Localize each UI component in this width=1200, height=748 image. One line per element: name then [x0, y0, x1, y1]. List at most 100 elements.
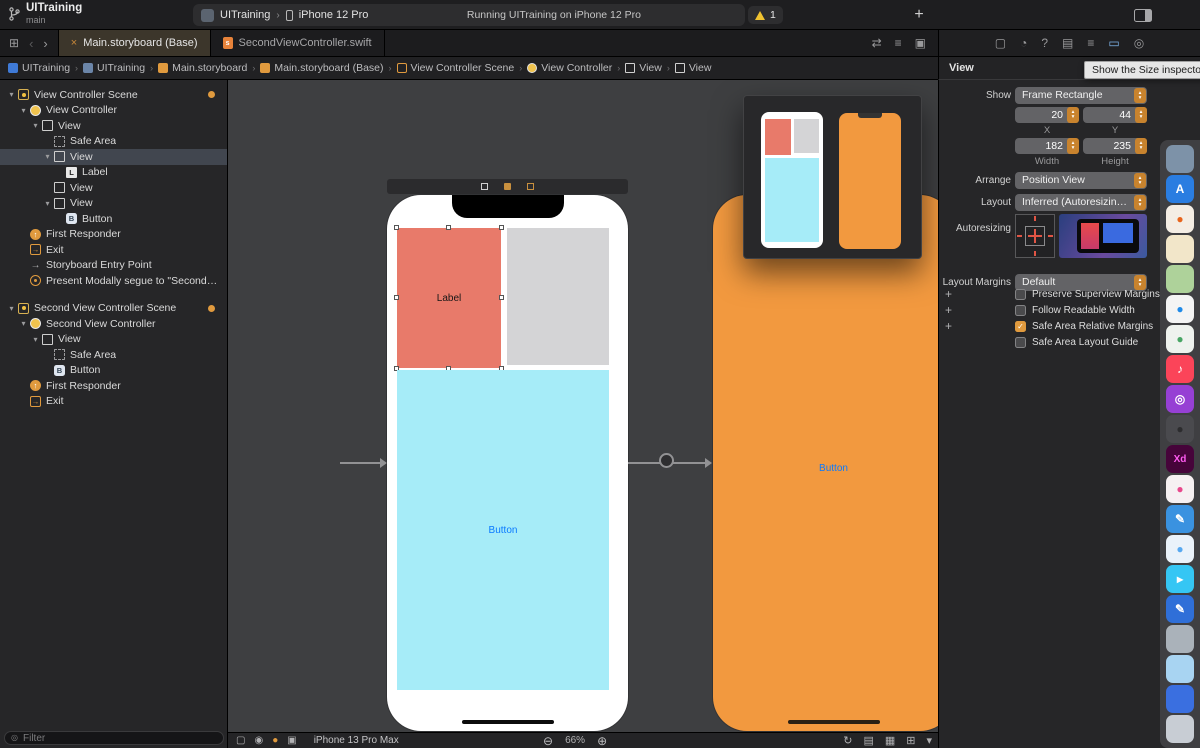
history-inspector-tab[interactable]: ◔	[1020, 36, 1027, 50]
outline-item[interactable]: Safe Area	[0, 134, 227, 150]
zoom-in-button[interactable]: ⊕	[597, 734, 607, 748]
stepper-icon[interactable]: ▴ ▾	[1067, 138, 1079, 154]
outline-item[interactable]: B Button	[0, 211, 227, 227]
safari-icon[interactable]: ●	[1166, 295, 1194, 323]
outline-item[interactable]: ▾ View	[0, 332, 227, 348]
outline-item[interactable]: B Button	[0, 363, 227, 379]
outline-item[interactable]: ▾ View	[0, 149, 227, 165]
stepper-icon[interactable]: ▴ ▾	[1067, 107, 1079, 123]
scene-dot-indicator[interactable]	[208, 91, 215, 99]
navigate-back-icon[interactable]: ‹	[29, 36, 33, 51]
disclosure-chevron-icon[interactable]: ▾	[30, 121, 41, 130]
outline-item[interactable]: → Exit	[0, 394, 227, 410]
scheme-name[interactable]: UITraining	[220, 9, 270, 21]
draw-app-icon[interactable]: ✎	[1166, 595, 1194, 623]
outline-item[interactable]: View	[0, 180, 227, 196]
trash-icon[interactable]	[1166, 715, 1194, 743]
show-dropdown[interactable]: Frame Rectangle ▴ ▾	[1015, 87, 1147, 104]
app-store-icon[interactable]: A	[1166, 175, 1194, 203]
canvas-device-name[interactable]: iPhone 13 Pro Max	[314, 735, 399, 746]
disclosure-chevron-icon[interactable]: ▾	[30, 335, 41, 344]
outline-item[interactable]: ↑ First Responder	[0, 378, 227, 394]
notes-icon[interactable]	[1166, 235, 1194, 263]
storyboard-preview-panel[interactable]	[743, 95, 922, 259]
firefox-icon[interactable]: ●	[1166, 205, 1194, 233]
sky-app-icon[interactable]	[1166, 655, 1194, 683]
selection-handle[interactable]	[499, 295, 504, 300]
button-text[interactable]: Button	[713, 463, 938, 474]
layout-dropdown[interactable]: Inferred (Autoresizing Mas… ▴ ▾	[1015, 194, 1147, 211]
outline-item[interactable]: ▾ Second View Controller Scene	[0, 301, 227, 317]
filter-bar[interactable]: ◎	[4, 731, 224, 745]
breadcrumb-item[interactable]: UITraining	[83, 62, 145, 74]
music-icon[interactable]: ♪	[1166, 355, 1194, 383]
disclosure-chevron-icon[interactable]: ▾	[6, 90, 17, 99]
zoom-level[interactable]: 66%	[565, 735, 585, 746]
scene-dot-indicator[interactable]	[208, 304, 215, 312]
warning-badge[interactable]: 1	[748, 6, 783, 24]
button-text[interactable]: Button	[489, 525, 518, 536]
blue-app-icon[interactable]	[1166, 685, 1194, 713]
width-field[interactable]: 182 ▴ ▾	[1015, 138, 1079, 154]
checkbox-checked-icon[interactable]: ✓	[1015, 320, 1026, 332]
filter-input[interactable]	[22, 732, 217, 744]
checkbox-icon[interactable]	[1015, 304, 1026, 316]
checkbox-icon[interactable]	[1015, 336, 1026, 348]
red-view[interactable]: Label	[394, 225, 504, 371]
disclosure-chevron-icon[interactable]: ▾	[18, 319, 29, 328]
quick-help-inspector-tab[interactable]: ?	[1041, 36, 1048, 50]
breadcrumb-item[interactable]: View	[625, 62, 662, 74]
entry-point-arrow[interactable]	[340, 462, 382, 464]
outline-item[interactable]: L Label	[0, 165, 227, 181]
facetime-icon[interactable]: ▸	[1166, 565, 1194, 593]
breadcrumb-item[interactable]: View	[674, 62, 711, 74]
scene-config-icon-2[interactable]	[504, 183, 511, 190]
autoresizing-control[interactable]	[1015, 214, 1055, 258]
add-editor-icon[interactable]: ▣	[915, 36, 926, 50]
zoom-out-button[interactable]: ⊖	[543, 734, 553, 748]
breadcrumb-item[interactable]: View Controller Scene	[396, 62, 514, 74]
outline-item[interactable]: Present Modally segue to "Second…	[0, 273, 227, 289]
photos-icon[interactable]	[1166, 265, 1194, 293]
library-add-button[interactable]: +	[908, 4, 930, 26]
attributes-inspector-tab[interactable]: ≡	[1087, 36, 1094, 50]
y-field[interactable]: 44 ▴ ▾	[1083, 107, 1147, 123]
height-field[interactable]: 235 ▴ ▾	[1083, 138, 1147, 154]
tab-main-storyboard[interactable]: × Main.storyboard (Base)	[57, 30, 211, 56]
outline-item[interactable]: ▾ View Controller Scene	[0, 87, 227, 103]
cyan-view[interactable]: Button	[397, 370, 609, 690]
outline-item[interactable]: ↑ First Responder	[0, 227, 227, 243]
selection-handle[interactable]	[394, 295, 399, 300]
outline-item[interactable]: → Storyboard Entry Point	[0, 258, 227, 274]
arrange-dropdown[interactable]: Position View ▴ ▾	[1015, 172, 1147, 189]
connections-inspector-tab[interactable]: ◎	[1134, 36, 1144, 50]
appearance-icon[interactable]: ●	[272, 735, 278, 746]
pages-icon[interactable]: ✎	[1166, 505, 1194, 533]
device-bezels-icon[interactable]: ▢	[236, 735, 245, 746]
disclosure-chevron-icon[interactable]: ▾	[18, 106, 29, 115]
selection-handle[interactable]	[394, 225, 399, 230]
preview-icon[interactable]: ●	[1166, 535, 1194, 563]
breadcrumb-item[interactable]: Main.storyboard	[158, 62, 247, 74]
stepper-icon[interactable]: ▴ ▾	[1135, 107, 1147, 123]
disclosure-chevron-icon[interactable]: ▾	[42, 152, 53, 161]
identity-inspector-tab[interactable]: ▤	[1062, 36, 1073, 50]
outline-item[interactable]: Safe Area	[0, 347, 227, 363]
orientation-icon[interactable]: ◉	[254, 735, 263, 746]
second-view-controller-device[interactable]: Button	[713, 195, 938, 731]
podcasts-icon[interactable]: ◎	[1166, 385, 1194, 413]
stepper-icon[interactable]: ▴ ▾	[1135, 138, 1147, 154]
breadcrumb-item[interactable]: View Controller	[527, 62, 612, 74]
outline-item[interactable]: → Exit	[0, 242, 227, 258]
chrome-icon[interactable]: ●	[1166, 325, 1194, 353]
add-margin-button[interactable]: +	[945, 303, 957, 317]
scene-config-icon-3[interactable]	[527, 183, 534, 190]
scene-config-icon-1[interactable]	[481, 183, 488, 190]
add-margin-button[interactable]: +	[945, 287, 957, 301]
add-constraints-icon[interactable]: ⊞	[906, 734, 915, 747]
editor-arrangement-icon[interactable]: ⇄	[872, 36, 882, 50]
outline-item[interactable]: ▾ Second View Controller	[0, 316, 227, 332]
finder-icon[interactable]	[1166, 145, 1194, 173]
outline-item[interactable]: ▾ View	[0, 196, 227, 212]
adobe-xd-icon[interactable]: Xd	[1166, 445, 1194, 473]
